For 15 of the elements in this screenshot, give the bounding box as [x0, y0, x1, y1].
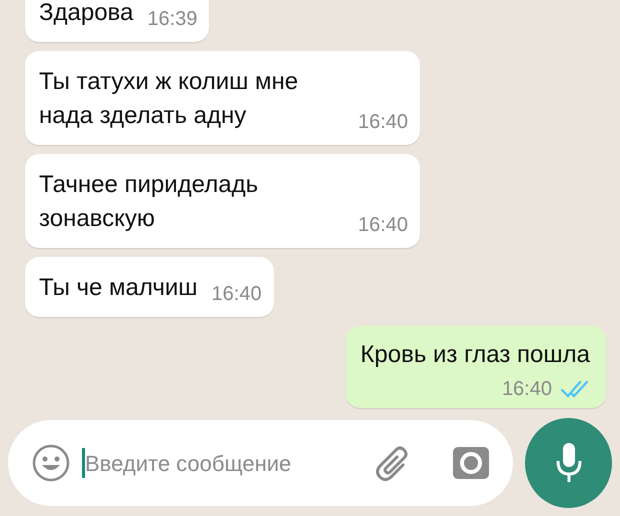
- message-text: Ты татухи ж колиш мне нада зделать адну: [39, 67, 300, 131]
- camera-icon[interactable]: [453, 445, 489, 481]
- message-time: 16:40: [358, 111, 408, 133]
- emoji-icon[interactable]: [32, 444, 70, 482]
- message-text: Тачнее пириделадь зонавскую: [39, 170, 260, 234]
- message-text: Ты че малчиш: [39, 273, 198, 303]
- message-time: 16:40: [212, 283, 262, 305]
- microphone-icon: [556, 443, 582, 483]
- message-time: 16:39: [147, 8, 198, 30]
- message-time: 16:40: [502, 378, 552, 400]
- message-input[interactable]: Введите сообщение: [85, 446, 373, 480]
- message-text: Кровь из глаз пошла: [360, 340, 590, 370]
- message-text: Здарова: [39, 0, 134, 28]
- message-time: 16:40: [358, 214, 408, 236]
- text-cursor: [82, 448, 85, 478]
